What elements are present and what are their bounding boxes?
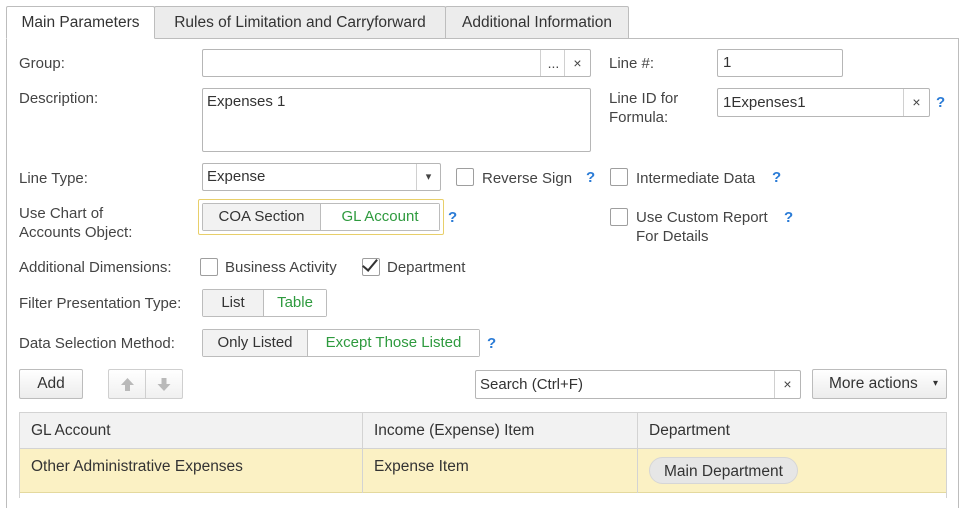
line-type-label: Line Type:	[19, 170, 88, 187]
only-listed-option[interactable]: Only Listed	[203, 330, 308, 356]
custom-report-checkbox[interactable]	[610, 208, 628, 226]
search-clear-icon[interactable]: ×	[774, 371, 800, 398]
description-field[interactable]: Expenses 1	[202, 88, 591, 152]
custom-report-label-line1[interactable]: Use Custom Report	[636, 208, 768, 227]
tab-rules-of-limitation[interactable]: Rules of Limitation and Carryforward	[154, 6, 446, 39]
business-activity-label[interactable]: Business Activity	[225, 258, 337, 277]
custom-report-label-line2[interactable]: For Details	[636, 227, 709, 246]
line-type-select[interactable]: Expense ▾	[202, 163, 441, 191]
column-divider	[637, 413, 638, 493]
chart-object-label-line1: Use Chart of	[19, 205, 104, 222]
line-id-help-icon[interactable]: ?	[936, 93, 945, 112]
column-divider	[362, 413, 363, 493]
reverse-sign-help-icon[interactable]: ?	[586, 168, 595, 187]
more-actions-button[interactable]: More actions ▾	[812, 369, 947, 399]
filter-presentation-label: Filter Presentation Type:	[19, 295, 182, 312]
description-label: Description:	[19, 90, 99, 107]
chevron-down-icon: ▾	[932, 378, 938, 389]
table-option[interactable]: Table	[264, 290, 326, 316]
line-number-value: 1	[723, 54, 732, 71]
more-actions-label: More actions	[829, 375, 918, 392]
column-header-gl-account[interactable]: GL Account	[31, 421, 111, 441]
business-activity-checkbox[interactable]	[200, 258, 218, 276]
data-selection-help-icon[interactable]: ?	[487, 334, 496, 353]
group-field[interactable]: ... ×	[202, 49, 591, 77]
line-type-value: Expense	[207, 168, 266, 185]
description-value: Expenses 1	[207, 93, 286, 110]
custom-report-help-icon[interactable]: ?	[784, 208, 793, 227]
group-label: Group:	[19, 55, 65, 72]
coa-section-option[interactable]: COA Section	[203, 204, 321, 230]
filter-presentation-toggle[interactable]: List Table	[202, 289, 327, 317]
line-number-field[interactable]: 1	[717, 49, 843, 77]
intermediate-data-label[interactable]: Intermediate Data	[636, 169, 755, 188]
list-option[interactable]: List	[203, 290, 264, 316]
column-header-item[interactable]: Income (Expense) Item	[374, 421, 534, 441]
move-up-button[interactable]	[109, 370, 146, 398]
chart-object-help-icon[interactable]: ?	[448, 208, 457, 227]
cell-item: Expense Item	[374, 458, 469, 475]
group-select-button[interactable]: ...	[540, 50, 566, 76]
department-label[interactable]: Department	[387, 258, 465, 277]
table-row[interactable]: Other Administrative Expenses Expense It…	[20, 449, 946, 493]
line-id-field[interactable]: 1Expenses1 ×	[717, 88, 930, 117]
arrow-down-icon	[157, 378, 171, 391]
data-selection-label: Data Selection Method:	[19, 335, 175, 352]
chart-object-label-line2: Accounts Object:	[19, 224, 133, 241]
line-number-label: Line #:	[609, 55, 655, 72]
move-down-button[interactable]	[146, 370, 182, 398]
line-id-label-line2: Formula:	[609, 109, 669, 126]
tab-additional-information[interactable]: Additional Information	[445, 6, 629, 39]
cell-gl-account: Other Administrative Expenses	[31, 458, 243, 475]
data-selection-toggle[interactable]: Only Listed Except Those Listed	[202, 329, 480, 357]
gl-account-option[interactable]: GL Account	[321, 204, 439, 230]
additional-dimensions-label: Additional Dimensions:	[19, 259, 172, 276]
intermediate-data-checkbox[interactable]	[610, 168, 628, 186]
gl-account-table: GL Account Income (Expense) Item Departm…	[19, 412, 947, 498]
move-buttons	[108, 369, 183, 399]
reverse-sign-checkbox[interactable]	[456, 168, 474, 186]
department-tag[interactable]: Main Department	[649, 457, 798, 484]
table-header: GL Account Income (Expense) Item Departm…	[20, 413, 946, 449]
intermediate-data-help-icon[interactable]: ?	[772, 168, 781, 187]
line-id-clear-icon[interactable]: ×	[903, 89, 929, 116]
line-id-value: 1Expenses1	[723, 94, 806, 111]
except-those-listed-option[interactable]: Except Those Listed	[308, 330, 479, 356]
chart-object-toggle[interactable]: COA Section GL Account	[202, 203, 440, 231]
group-clear-icon[interactable]: ×	[564, 50, 590, 76]
check-icon	[362, 255, 378, 272]
chevron-down-icon[interactable]: ▾	[416, 164, 440, 190]
department-checkbox[interactable]	[362, 255, 380, 276]
reverse-sign-label[interactable]: Reverse Sign	[482, 169, 572, 188]
column-header-department[interactable]: Department	[649, 421, 730, 441]
line-id-label-line1: Line ID for	[609, 90, 679, 107]
search-placeholder: Search (Ctrl+F)	[480, 376, 583, 393]
search-input[interactable]: Search (Ctrl+F) ×	[475, 370, 801, 399]
add-button[interactable]: Add	[19, 369, 83, 399]
tab-main-parameters[interactable]: Main Parameters	[6, 6, 155, 39]
arrow-up-icon	[121, 378, 134, 391]
